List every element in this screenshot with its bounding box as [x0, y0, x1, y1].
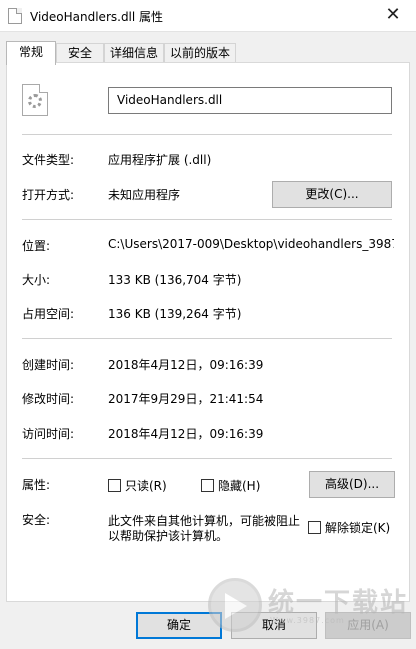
divider	[22, 134, 392, 135]
title-bar: VideoHandlers.dll 属性 ✕	[0, 0, 416, 32]
unblock-label: 解除锁定(K)	[325, 521, 391, 535]
readonly-checkbox[interactable]: 只读(R)	[108, 477, 167, 494]
apply-button[interactable]: 应用(A)	[325, 612, 411, 639]
file-type-value: 应用程序扩展 (.dll)	[108, 153, 212, 167]
advanced-button[interactable]: 高级(D)...	[309, 471, 395, 498]
security-text-line2: 以帮助保护该计算机。	[108, 529, 229, 543]
hidden-checkbox[interactable]: 隐藏(H)	[201, 477, 260, 494]
tab-general[interactable]: 常规	[6, 41, 56, 65]
size-on-disk-value: 136 KB (139,264 字节)	[108, 307, 242, 321]
size-on-disk-label: 占用空间:	[22, 307, 75, 321]
open-with-label: 打开方式:	[22, 188, 75, 202]
dll-file-icon	[8, 8, 22, 24]
tab-previous-versions[interactable]: 以前的版本	[164, 43, 236, 64]
divider	[22, 219, 392, 220]
change-button[interactable]: 更改(C)...	[272, 181, 392, 208]
accessed-label: 访问时间:	[22, 427, 75, 441]
created-label: 创建时间:	[22, 358, 75, 372]
modified-value: 2017年9月29日，21:41:54	[108, 392, 264, 406]
unblock-checkbox[interactable]: 解除锁定(K)	[308, 519, 390, 536]
divider	[22, 338, 392, 339]
gear-file-icon	[22, 84, 48, 116]
file-type-label: 文件类型:	[22, 153, 75, 167]
size-value: 133 KB (136,704 字节)	[108, 273, 242, 287]
location-value: C:\Users\2017-009\Desktop\videohandlers_…	[108, 237, 394, 251]
close-icon[interactable]: ✕	[370, 0, 416, 32]
file-name-input[interactable]: VideoHandlers.dll	[108, 87, 392, 114]
readonly-label: 只读(R)	[125, 479, 167, 493]
tab-security[interactable]: 安全	[56, 43, 104, 64]
attributes-label: 属性:	[22, 478, 51, 492]
cancel-button[interactable]: 取消	[231, 612, 317, 639]
checkbox-box[interactable]	[308, 521, 321, 534]
hidden-label: 隐藏(H)	[218, 479, 261, 493]
checkbox-box[interactable]	[201, 479, 214, 492]
ok-button[interactable]: 确定	[136, 612, 222, 639]
accessed-value: 2018年4月12日，09:16:39	[108, 427, 264, 441]
created-value: 2018年4月12日，09:16:39	[108, 358, 264, 372]
location-label: 位置:	[22, 239, 51, 253]
security-label: 安全:	[22, 513, 51, 527]
divider	[22, 458, 392, 459]
checkbox-box[interactable]	[108, 479, 121, 492]
size-label: 大小:	[22, 273, 51, 287]
modified-label: 修改时间:	[22, 392, 75, 406]
open-with-value: 未知应用程序	[108, 188, 181, 202]
window-title: VideoHandlers.dll 属性	[30, 10, 164, 24]
tab-details[interactable]: 详细信息	[104, 43, 164, 64]
